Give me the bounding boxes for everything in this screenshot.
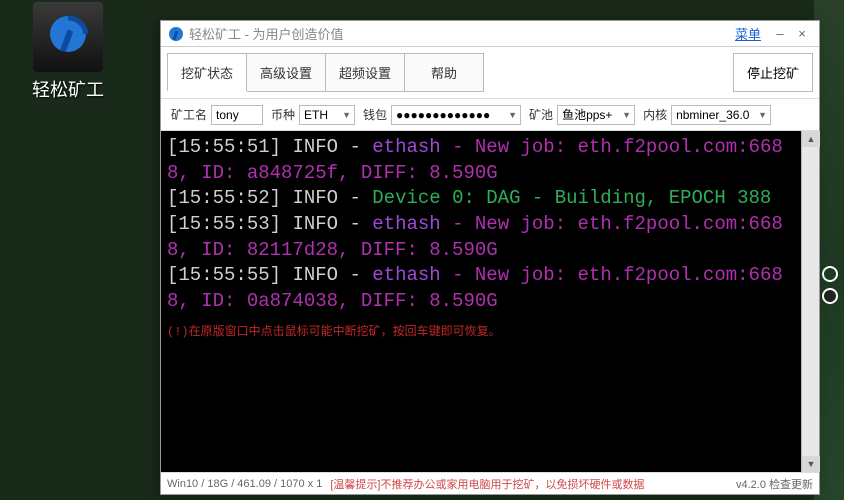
desktop-shortcut[interactable]: 轻松矿工	[8, 2, 128, 112]
scroll-down-button[interactable]: ▼	[802, 456, 820, 472]
toolbar: 挖矿状态 高级设置 超频设置 帮助 停止挖矿	[161, 47, 819, 99]
app-icon	[33, 2, 103, 72]
tab-overclock-settings[interactable]: 超频设置	[325, 53, 405, 92]
worker-label: 矿工名	[171, 106, 207, 123]
pool-select[interactable]: 鱼池pps+▼	[557, 105, 635, 125]
app-window: 轻松矿工 - 为用户创造价值 菜单 – × 挖矿状态 高级设置 超频设置 帮助 …	[160, 20, 820, 495]
tab-advanced-settings[interactable]: 高级设置	[246, 53, 326, 92]
chevron-down-icon: ▼	[508, 110, 517, 120]
version-check-update[interactable]: v4.2.0 检查更新	[736, 476, 813, 492]
chevron-down-icon: ▼	[758, 110, 767, 120]
kernel-select[interactable]: nbminer_36.0▼	[671, 105, 771, 125]
coin-select[interactable]: ETH▼	[299, 105, 355, 125]
stop-mining-button[interactable]: 停止挖矿	[733, 53, 813, 92]
menu-button[interactable]: 菜单	[735, 24, 761, 43]
console-area: [15:55:51] INFO - ethash - New job: eth.…	[161, 131, 819, 472]
coin-label: 币种	[271, 106, 295, 123]
status-warning: [温馨提示]不推荐办公或家用电脑用于挖矿，以免损坏硬件或数据	[330, 476, 644, 492]
console-output[interactable]: [15:55:51] INFO - ethash - New job: eth.…	[161, 131, 801, 472]
config-row: 矿工名 币种 ETH▼ 钱包 ●●●●●●●●●●●●●▼ 矿池 鱼池pps+▼…	[161, 99, 819, 131]
pool-label: 矿池	[529, 106, 553, 123]
tab-mining-status[interactable]: 挖矿状态	[167, 53, 247, 92]
chevron-down-icon: ▼	[622, 110, 631, 120]
kernel-label: 内核	[643, 106, 667, 123]
shortcut-label: 轻松矿工	[8, 76, 128, 102]
close-button[interactable]: ×	[791, 26, 813, 41]
tab-help[interactable]: 帮助	[404, 53, 484, 92]
scrollbar[interactable]: ▲ ▼	[801, 131, 819, 472]
wallet-label: 钱包	[363, 106, 387, 123]
scroll-up-button[interactable]: ▲	[802, 131, 820, 147]
chevron-down-icon: ▼	[342, 110, 351, 120]
desktop-decoration	[822, 260, 838, 310]
system-info: Win10 / 18G / 461.09 / 1070 x 1	[167, 478, 322, 490]
pickaxe-icon	[43, 12, 93, 62]
titlebar-app-icon	[167, 25, 185, 43]
statusbar: Win10 / 18G / 461.09 / 1070 x 1 [温馨提示]不推…	[161, 472, 819, 494]
wallet-select[interactable]: ●●●●●●●●●●●●●▼	[391, 105, 521, 125]
minimize-button[interactable]: –	[769, 26, 791, 41]
titlebar[interactable]: 轻松矿工 - 为用户创造价值 菜单 – ×	[161, 21, 819, 47]
window-title: 轻松矿工 - 为用户创造价值	[189, 24, 735, 43]
worker-input[interactable]	[211, 105, 263, 125]
